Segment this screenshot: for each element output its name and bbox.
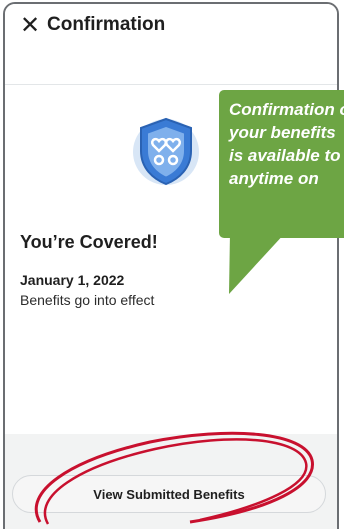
- callout-text: Confirmation of your benefits is availab…: [229, 100, 344, 188]
- view-submitted-benefits-button[interactable]: View Submitted Benefits: [12, 475, 326, 513]
- app-header: ✕ Confirmation: [5, 4, 337, 85]
- effective-description: Benefits go into effect: [20, 292, 155, 308]
- shield-hearts-icon: [133, 117, 199, 186]
- covered-heading: You’re Covered!: [20, 232, 158, 252]
- effective-date: January 1, 2022: [20, 272, 125, 288]
- tooltip-callout: Confirmation of your benefits is availab…: [219, 90, 344, 238]
- page-title: Confirmation: [47, 14, 166, 35]
- close-icon[interactable]: ✕: [20, 13, 40, 37]
- page: ✕ Confirmation You’re Covered! January 1…: [0, 0, 344, 529]
- phone-screen: ✕ Confirmation: [3, 2, 339, 529]
